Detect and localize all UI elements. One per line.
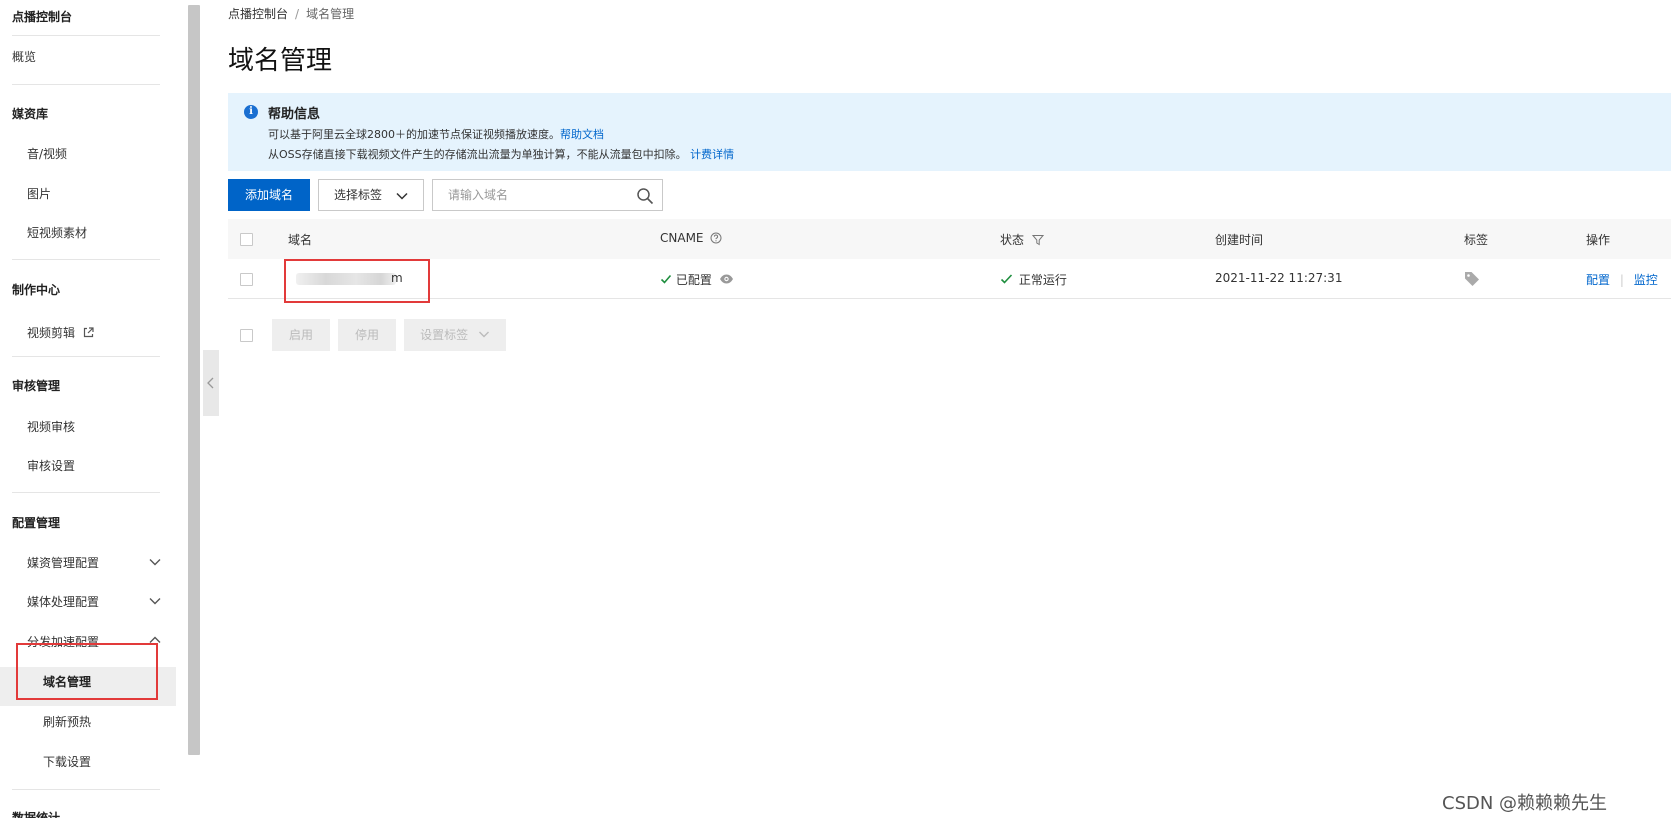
help-text-1: 可以基于阿里云全球2800＋的加速节点保证视频播放速度。 [268, 128, 560, 141]
select-tag-label: 选择标签 [334, 188, 383, 202]
search-input[interactable] [433, 180, 633, 210]
help-doc-link[interactable]: 帮助文档 [560, 128, 604, 141]
column-domain: 域名 [288, 233, 313, 247]
section-production: 制作中心 [12, 283, 61, 297]
column-cname-label: CNAME [660, 231, 704, 245]
tag-icon[interactable] [1464, 271, 1480, 287]
actions-cell: 配置 | 监控 [1586, 271, 1658, 288]
breadcrumb: 点播控制台 / 域名管理 [228, 5, 354, 22]
column-tag: 标签 [1464, 233, 1489, 247]
help-text-2: 从OSS存储直接下载视频文件产生的存储流出流量为单独计算，不能从流量包中扣除。 [268, 148, 687, 161]
bulk-select-checkbox[interactable] [240, 329, 253, 342]
set-tag-button[interactable]: 设置标签 [404, 319, 506, 351]
set-tag-label: 设置标签 [420, 328, 469, 342]
info-icon: i [244, 105, 258, 119]
monitor-link[interactable]: 监控 [1634, 273, 1658, 287]
help-line-2: 从OSS存储直接下载视频文件产生的存储流出流量为单独计算，不能从流量包中扣除。 … [268, 146, 734, 162]
divider [12, 356, 160, 357]
chevron-down-icon[interactable] [148, 594, 162, 608]
column-cname: CNAME [660, 231, 722, 245]
chevron-down-icon [478, 331, 489, 338]
sidebar-scrollbar[interactable] [188, 5, 200, 755]
status-cell: 正常运行 [1000, 271, 1067, 288]
breadcrumb-separator: / [295, 7, 300, 21]
divider [12, 35, 160, 36]
chevron-down-icon[interactable] [148, 555, 162, 569]
sidebar-item-media-config[interactable]: 媒资管理配置 [27, 554, 99, 571]
sidebar-collapse-handle[interactable] [203, 350, 219, 416]
filter-icon[interactable] [1031, 234, 1044, 246]
sidebar-item-video-review[interactable]: 视频审核 [27, 418, 75, 435]
section-review: 审核管理 [12, 379, 61, 393]
section-statistics-partial: 数据统计 [12, 811, 61, 818]
sidebar-item-processing-config[interactable]: 媒体处理配置 [27, 593, 99, 610]
sidebar-item-audio-video[interactable]: 音/视频 [27, 145, 67, 162]
section-media-library: 媒资库 [12, 107, 49, 121]
section-config: 配置管理 [12, 516, 61, 530]
add-domain-button[interactable]: 添加域名 [228, 179, 310, 211]
breadcrumb-current: 域名管理 [306, 7, 355, 21]
config-link[interactable]: 配置 [1586, 273, 1610, 287]
select-tag-dropdown[interactable]: 选择标签 [318, 179, 424, 211]
created-time-cell: 2021-11-22 11:27:31 [1215, 271, 1343, 285]
check-icon [1000, 274, 1013, 284]
chevron-down-icon [396, 192, 408, 200]
check-icon [660, 274, 672, 284]
row-checkbox[interactable] [240, 273, 253, 286]
table-header: 域名 CNAME 状态 创建时间 标签 操作 [228, 219, 1671, 259]
highlight-annotation-box [16, 643, 158, 700]
external-link-icon [83, 327, 94, 338]
divider [12, 492, 160, 493]
billing-details-link[interactable]: 计费详情 [690, 148, 734, 161]
select-all-checkbox[interactable] [240, 233, 253, 246]
help-title: 帮助信息 [268, 107, 321, 122]
sidebar-item-download-settings[interactable]: 下载设置 [43, 753, 91, 770]
sidebar-item-label: 视频剪辑 [27, 326, 76, 340]
highlight-annotation-box [284, 259, 430, 303]
search-icon[interactable] [636, 187, 654, 205]
sidebar-item-short-video-assets[interactable]: 短视频素材 [27, 224, 87, 241]
eye-icon[interactable] [719, 273, 734, 285]
sidebar-item-overview[interactable]: 概览 [12, 48, 36, 65]
watermark: CSDN @赖赖赖先生 [1442, 793, 1608, 814]
console-title: 点播控制台 [12, 10, 73, 24]
page-title: 域名管理 [228, 46, 333, 76]
column-status-label: 状态 [1000, 233, 1025, 247]
cname-status-text: 已配置 [675, 273, 712, 287]
help-circle-icon[interactable] [710, 232, 722, 244]
help-info-box: i 帮助信息 可以基于阿里云全球2800＋的加速节点保证视频播放速度。帮助文档 … [228, 93, 1671, 171]
column-created-time: 创建时间 [1215, 233, 1264, 247]
chevron-left-icon [207, 377, 214, 389]
sidebar-item-review-settings[interactable]: 审核设置 [27, 457, 75, 474]
domain-search [432, 179, 663, 211]
help-line-1: 可以基于阿里云全球2800＋的加速节点保证视频播放速度。帮助文档 [268, 126, 604, 142]
sidebar-item-video-editing[interactable]: 视频剪辑 [27, 324, 94, 341]
breadcrumb-root[interactable]: 点播控制台 [228, 7, 288, 21]
divider [12, 259, 160, 260]
sidebar-item-refresh-preload[interactable]: 刷新预热 [43, 713, 91, 730]
column-actions: 操作 [1586, 233, 1611, 247]
action-divider: | [1619, 273, 1624, 287]
column-status: 状态 [1000, 231, 1044, 248]
status-text: 正常运行 [1018, 273, 1067, 287]
divider [12, 789, 160, 790]
enable-button[interactable]: 启用 [272, 319, 330, 351]
table-row: m 已配置 正常运行 2021-11-22 11:27:31 配置 | 监控 [228, 259, 1671, 299]
sidebar-item-images[interactable]: 图片 [27, 185, 51, 202]
disable-button[interactable]: 停用 [338, 319, 396, 351]
divider [12, 84, 160, 85]
cname-cell: 已配置 [660, 271, 734, 288]
